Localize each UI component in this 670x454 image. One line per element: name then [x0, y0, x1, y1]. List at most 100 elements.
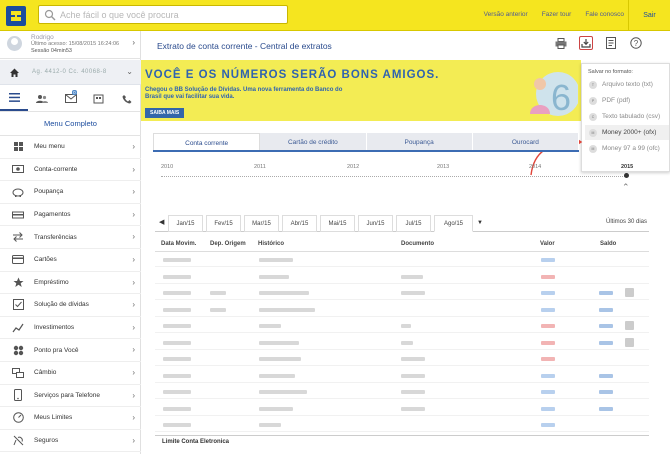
option-pdf[interactable]: P PDF (pdf) — [585, 93, 669, 108]
phone-icon[interactable] — [113, 86, 141, 111]
year-timeline: 2010 2011 2012 2013 2014 2015 ⌃ — [153, 155, 633, 193]
year-2012[interactable]: 2012 — [347, 164, 359, 170]
sidebar-item-payments[interactable]: Pagamentos › — [0, 204, 141, 227]
chevron-down-icon[interactable]: ⌄ — [126, 67, 133, 76]
redacted-cell — [401, 274, 423, 279]
sidebar-item-insurance[interactable]: Seguros › — [0, 430, 141, 453]
chevron-right-icon[interactable]: › — [132, 38, 135, 47]
table-row[interactable] — [155, 270, 649, 284]
link-tour[interactable]: Fazer tour — [542, 11, 572, 18]
table-row[interactable] — [155, 352, 649, 366]
sidebar-item-limits[interactable]: Meus Limites › — [0, 407, 141, 430]
banner-headline: VOCÊ E OS NÚMEROS SERÃO BONS AMIGOS. — [145, 69, 440, 81]
month-may[interactable]: Mai/15 — [320, 215, 355, 232]
loan-icon — [9, 277, 27, 288]
year-2010[interactable]: 2010 — [161, 164, 173, 170]
money-file-icon: M — [589, 144, 597, 153]
redacted-cell — [541, 390, 555, 394]
home-icon[interactable] — [9, 67, 20, 78]
logout-button[interactable]: Sair — [628, 0, 670, 31]
tab-ourocard[interactable]: Ourocard — [472, 133, 579, 150]
month-jun[interactable]: Jun/15 — [358, 215, 393, 232]
table-row[interactable] — [155, 402, 649, 416]
tab-savings[interactable]: Poupança — [366, 133, 473, 150]
col-history: Histórico — [258, 241, 285, 247]
redacted-cell — [259, 373, 295, 378]
year-2011[interactable]: 2011 — [254, 164, 266, 170]
sidebar-item-points[interactable]: Ponto pra Você › — [0, 339, 141, 362]
tab-credit-card[interactable]: Cartão de crédito — [260, 133, 367, 150]
table-footer: Limite Conta Eletronica — [155, 435, 649, 449]
sidebar-item-transfers[interactable]: Transferências › — [0, 226, 141, 249]
help-icon[interactable]: ? — [629, 36, 643, 50]
month-dropdown-icon[interactable]: ▼ — [474, 214, 486, 231]
messages-icon[interactable]: 0 — [56, 86, 84, 111]
redacted-cell — [401, 357, 425, 361]
sidebar-item-investments[interactable]: Investimentos › — [0, 317, 141, 340]
table-row[interactable] — [155, 303, 649, 317]
sidebar-item-cards[interactable]: Cartões › — [0, 249, 141, 272]
sidebar-item-loan[interactable]: Empréstimo › — [0, 272, 141, 295]
account-selector[interactable]: Ag. 4412-0 Cc. 40068-8 ⌄ — [0, 60, 141, 85]
sidebar-item-label: Pagamentos — [34, 211, 71, 219]
sidebar-item-checking-account[interactable]: Conta-corrente › — [0, 159, 141, 182]
bb-logo-icon[interactable] — [6, 6, 26, 26]
pdf-file-icon: P — [589, 96, 597, 105]
month-jul[interactable]: Jul/15 — [396, 215, 431, 232]
row-checkbox[interactable] — [625, 337, 634, 347]
row-checkbox[interactable] — [625, 321, 634, 330]
redacted-cell — [259, 291, 309, 295]
last-30-days-link[interactable]: Últimos 30 dias — [606, 219, 647, 225]
month-aug-selected[interactable]: Ago/15 — [434, 215, 473, 232]
option-csv[interactable]: C Texto tabulado (csv) — [585, 109, 669, 124]
download-icon[interactable] — [579, 36, 593, 50]
full-menu-link[interactable]: Menu Completo — [0, 112, 141, 136]
document-icon[interactable] — [604, 36, 618, 50]
sidebar-item-phone-services[interactable]: Serviços para Telefone › — [0, 385, 141, 408]
chevron-left-icon[interactable]: ◀ — [159, 218, 164, 226]
my-menu-icon — [9, 141, 27, 152]
chevron-right-icon: › — [132, 345, 135, 355]
sidebar: Rodrigo Último acesso: 15/08/2015 16:24:… — [0, 31, 141, 454]
limits-icon — [9, 412, 27, 424]
sidebar-item-savings-piggy[interactable]: Poupança › — [0, 181, 141, 204]
month-mar[interactable]: Mar/15 — [244, 215, 279, 232]
hamburger-menu-icon[interactable] — [0, 86, 29, 111]
agency-icon[interactable] — [85, 86, 113, 111]
option-txt[interactable]: T Arquivo texto (txt) — [585, 77, 669, 92]
year-2015[interactable]: 2015 — [621, 164, 633, 170]
sidebar-item-debt-solution[interactable]: Solução de dívidas › — [0, 294, 141, 317]
search-icon — [44, 9, 56, 21]
sidebar-item-label: Meu menu — [34, 143, 65, 151]
year-2014[interactable]: 2014 — [529, 164, 541, 170]
link-contact[interactable]: Fale conosco — [585, 11, 624, 18]
table-row[interactable] — [155, 418, 649, 432]
year-2013[interactable]: 2013 — [437, 164, 449, 170]
banner-more-button[interactable]: SAIBA MAIS — [145, 108, 185, 118]
table-row[interactable] — [155, 336, 649, 350]
print-icon[interactable] — [554, 36, 568, 50]
row-checkbox[interactable] — [625, 288, 634, 297]
sidebar-item-exchange[interactable]: Câmbio › — [0, 362, 141, 385]
redacted-cell — [163, 390, 191, 394]
table-row[interactable] — [155, 286, 649, 300]
tab-checking[interactable]: Conta corrente — [153, 133, 261, 150]
sidebar-item-my-menu[interactable]: Meu menu › — [0, 136, 141, 159]
promo-banner[interactable]: VOCÊ E OS NÚMEROS SERÃO BONS AMIGOS. Che… — [141, 60, 581, 121]
contacts-icon[interactable] — [28, 86, 56, 111]
table-row[interactable] — [155, 369, 649, 383]
month-apr[interactable]: Abr/15 — [282, 215, 317, 232]
month-feb[interactable]: Fev/15 — [206, 215, 241, 232]
redacted-cell — [163, 423, 191, 427]
chevron-up-icon[interactable]: ⌃ — [622, 182, 630, 193]
table-row[interactable] — [155, 253, 649, 267]
checking-account-icon — [9, 164, 27, 174]
table-row[interactable] — [155, 385, 649, 399]
sidebar-item-label: Serviços para Telefone — [34, 391, 101, 399]
search-input[interactable]: Ache fácil o que você procura — [38, 5, 288, 24]
option-ofc[interactable]: M Money 97 a 99 (ofc) — [585, 141, 669, 156]
table-row[interactable] — [155, 319, 649, 333]
option-ofx[interactable]: M Money 2000+ (ofx) — [585, 125, 669, 140]
month-jan[interactable]: Jan/15 — [168, 215, 203, 232]
link-previous-version[interactable]: Versão anterior — [484, 11, 528, 18]
